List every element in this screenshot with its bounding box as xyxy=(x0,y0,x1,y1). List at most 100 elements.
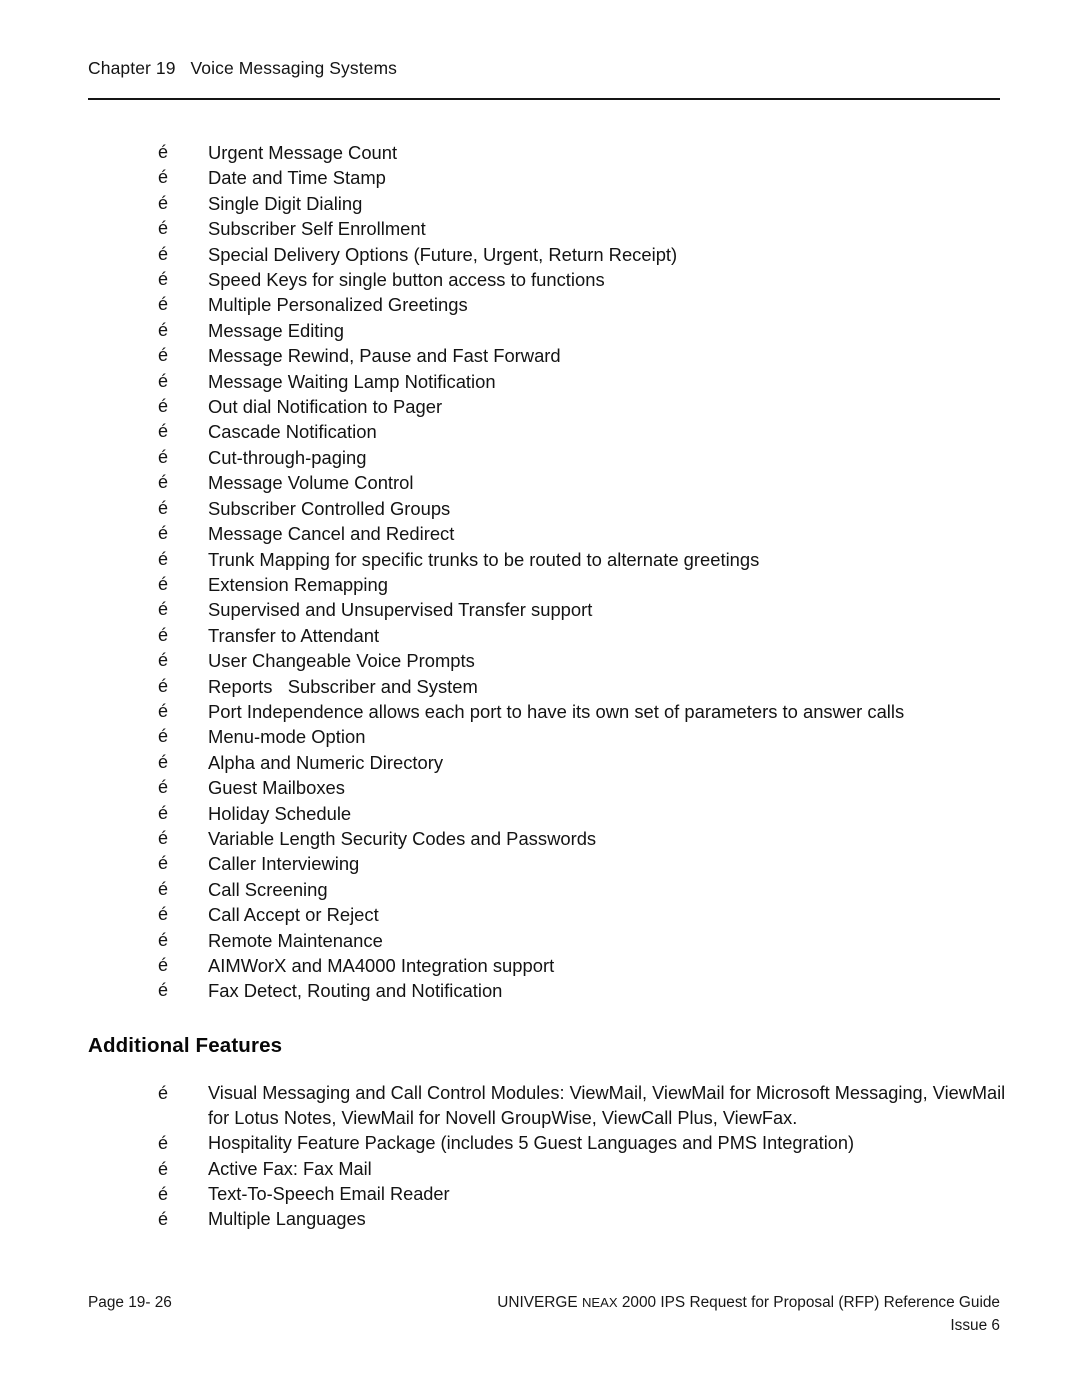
list-item: é Out dial Notification to Pager xyxy=(158,394,998,419)
bullet-icon: é xyxy=(158,269,169,290)
feature-item-label: Fax Detect, Routing and Notification xyxy=(208,980,503,1002)
feature-item-label: Message Editing xyxy=(208,319,344,341)
bullet-icon: é xyxy=(158,294,169,315)
footer-guide-suffix: 2000 IPS Request for Proposal (RFP) Refe… xyxy=(617,1294,1000,1311)
feature-item-label: Transfer to Attendant xyxy=(208,624,380,646)
list-item: é Call Screening xyxy=(158,877,998,902)
list-item: é Message Cancel and Redirect xyxy=(158,521,998,546)
bullet-icon: é xyxy=(158,218,169,239)
bullet-icon: é xyxy=(158,370,169,391)
bullet-icon: é xyxy=(158,802,169,823)
list-item: é Supervised and Unsupervised Transfer su… xyxy=(158,597,998,622)
feature-item-label: Urgent Message Count xyxy=(208,142,398,163)
main-content: é Urgent Message Count é Date and Time Stam… xyxy=(0,140,1080,1004)
footer-issue: Issue 6 xyxy=(950,1317,1000,1334)
bullet-icon: é xyxy=(158,1133,169,1154)
bullet-icon: é xyxy=(158,1183,169,1204)
bullet-icon: é xyxy=(158,421,169,442)
list-item: é Variable Length Security Codes and Pass… xyxy=(158,826,998,851)
bullet-icon: é xyxy=(158,497,169,518)
list-item: é Urgent Message Count xyxy=(158,140,998,165)
list-item: é Active Fax: Fax Mail xyxy=(158,1157,1028,1182)
header-divider xyxy=(88,98,1000,100)
list-item: é Special Delivery Options (Future, Urgen… xyxy=(158,242,998,267)
additional-feature-item-label: Text-To-Speech Email Reader xyxy=(208,1183,450,1204)
feature-item-label: Message Waiting Lamp Notification xyxy=(208,370,496,392)
bullet-icon: é xyxy=(158,675,169,696)
feature-item-label: Extension Remapping xyxy=(208,573,388,595)
list-item: é Remote Maintenance xyxy=(158,928,998,953)
bullet-icon: é xyxy=(158,1083,169,1103)
list-item: é Alpha and Numeric Directory xyxy=(158,750,998,775)
feature-item-label: Port Independence allows each port to ha… xyxy=(208,700,905,722)
bullet-icon: é xyxy=(158,142,169,162)
bullet-icon: é xyxy=(158,319,169,340)
list-item: é Message Waiting Lamp Notification xyxy=(158,369,998,394)
document-page: Chapter 19 Voice Messaging Systems é Urge… xyxy=(0,0,1080,1397)
list-item: é Date and Time Stamp xyxy=(158,165,998,190)
additional-features-section: é Visual Messaging and Call Control Modul… xyxy=(0,1081,1080,1232)
feature-item-label: Subscriber Self Enrollment xyxy=(208,218,426,240)
feature-item-label: Date and Time Stamp xyxy=(208,167,386,189)
list-item: é Message Editing xyxy=(158,318,998,343)
list-item: é Reports Subscriber and System xyxy=(158,674,998,699)
feature-item-label: Single Digit Dialing xyxy=(208,192,363,214)
feature-item-label: Message Rewind, Pause and Fast Forward xyxy=(208,345,561,367)
page-header: Chapter 19 Voice Messaging Systems xyxy=(88,58,1000,79)
feature-item-label: Remote Maintenance xyxy=(208,929,383,951)
chapter-heading: Chapter 19 Voice Messaging Systems xyxy=(88,58,398,78)
additional-feature-item-label: Active Fax: Fax Mail xyxy=(208,1158,372,1179)
feature-item-label: Multiple Personalized Greetings xyxy=(208,294,468,316)
bullet-icon: é xyxy=(158,624,169,645)
feature-item-label: Cascade Notification xyxy=(208,421,377,443)
feature-item-label: Guest Mailboxes xyxy=(208,777,345,799)
feature-item-label: Out dial Notification to Pager xyxy=(208,396,443,418)
list-item: é Cut-through-paging xyxy=(158,445,998,470)
list-item: é Call Accept or Reject xyxy=(158,902,998,927)
list-item: é Single Digit Dialing xyxy=(158,191,998,216)
feature-item-label: Call Accept or Reject xyxy=(208,904,379,926)
feature-item-label: Speed Keys for single button access to f… xyxy=(208,269,605,291)
feature-item-label: Subscriber Controlled Groups xyxy=(208,497,451,519)
bullet-icon: é xyxy=(158,980,169,1001)
list-item: é Subscriber Self Enrollment xyxy=(158,216,998,241)
bullet-icon: é xyxy=(158,192,169,213)
feature-item-label: Caller Interviewing xyxy=(208,853,360,875)
list-item: é Hospitality Feature Package (includes 5… xyxy=(158,1131,1028,1156)
list-item: é Holiday Schedule xyxy=(158,801,998,826)
list-item: é Extension Remapping xyxy=(158,572,998,597)
list-item: é Multiple Languages xyxy=(158,1207,1028,1232)
bullet-icon: é xyxy=(158,523,169,544)
feature-item-label: Supervised and Unsupervised Transfer sup… xyxy=(208,599,593,621)
bullet-icon: é xyxy=(158,955,169,975)
feature-item-label: Cut-through-paging xyxy=(208,446,367,468)
list-item: é Visual Messaging and Call Control Modul… xyxy=(158,1081,1028,1131)
list-item: é Speed Keys for single button access to … xyxy=(158,267,998,292)
bullet-icon: é xyxy=(158,446,169,467)
feature-item-label: Alpha and Numeric Directory xyxy=(208,751,444,773)
bullet-icon: é xyxy=(158,472,169,493)
section-heading-additional-features: Additional Features xyxy=(88,1034,283,1057)
list-item: é Port Independence allows each port to h… xyxy=(158,699,998,724)
bullet-icon: é xyxy=(158,904,169,925)
footer-page-number: Page 19- 26 xyxy=(88,1294,172,1311)
bullet-icon: é xyxy=(158,777,169,798)
bullet-icon: é xyxy=(158,396,169,417)
bullet-icon: é xyxy=(158,827,169,848)
list-item: é Transfer to Attendant xyxy=(158,623,998,648)
additional-feature-item-label: Multiple Languages xyxy=(208,1209,366,1230)
list-item: é User Changeable Voice Prompts xyxy=(158,648,998,673)
bullet-icon: é xyxy=(158,878,169,899)
bullet-icon: é xyxy=(158,548,169,569)
footer-guide-prefix: UNIVERGE xyxy=(497,1294,582,1311)
additional-feature-item-label: Visual Messaging and Call Control Module… xyxy=(208,1083,1011,1129)
feature-item-label: Call Screening xyxy=(208,878,328,900)
bullet-icon: é xyxy=(158,751,169,772)
feature-item-label: Holiday Schedule xyxy=(208,802,352,824)
list-item: é Subscriber Controlled Groups xyxy=(158,496,998,521)
feature-list: é Urgent Message Count é Date and Time Stam… xyxy=(0,140,1080,1004)
bullet-icon: é xyxy=(158,726,169,747)
list-item: é Fax Detect, Routing and Notification xyxy=(158,978,998,1003)
list-item: é Trunk Mapping for specific trunks to be… xyxy=(158,547,998,572)
additional-feature-item-label: Hospitality Feature Package (includes 5 … xyxy=(208,1133,855,1154)
